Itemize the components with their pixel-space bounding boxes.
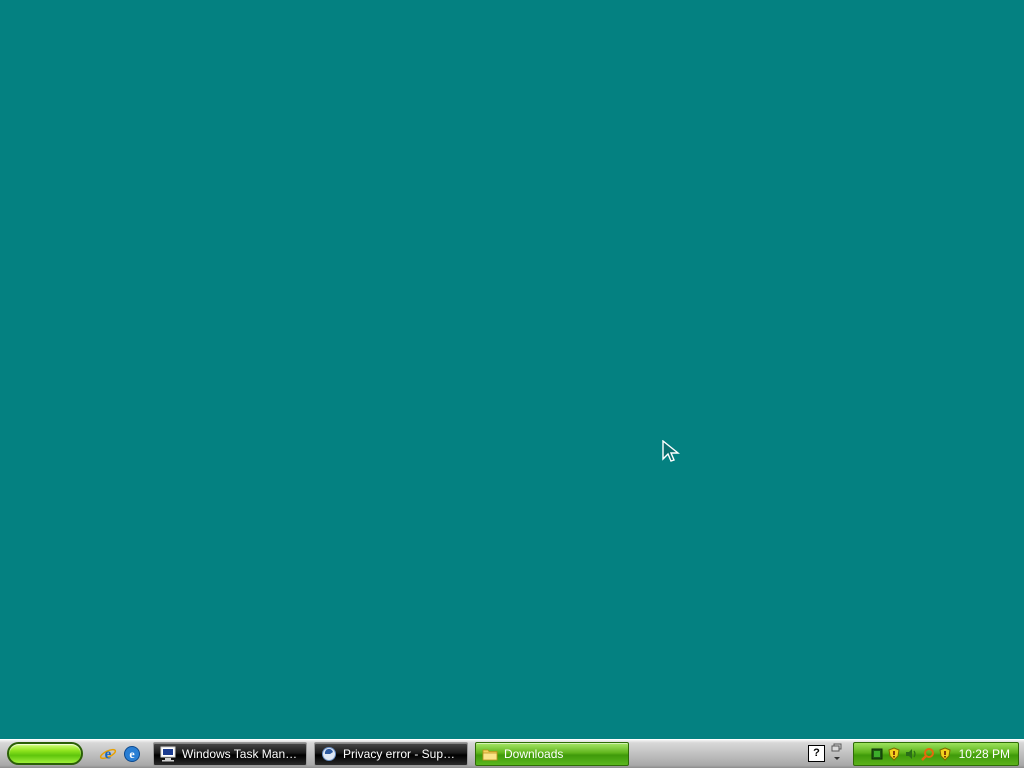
taskbar-button-label: Windows Task Mana... [182,747,300,761]
taskbar: e e Windows Task Mana... Privacy error -… [0,739,1024,768]
start-button[interactable] [7,742,83,765]
taskbar-button-privacy-error[interactable]: Privacy error - Super... [314,742,468,766]
search-icon[interactable] [921,746,935,762]
taskbar-button-label: Downloads [504,747,564,761]
volume-icon[interactable] [904,746,918,762]
show-hidden-icons-icon[interactable] [830,743,844,763]
outlook-express-icon[interactable]: e [122,744,142,764]
taskbar-button-task-manager[interactable]: Windows Task Mana... [153,742,307,766]
internet-explorer-icon[interactable]: e [98,744,118,764]
taskbar-button-label: Privacy error - Super... [343,747,461,761]
quick-launch-toolbar: e e [98,743,142,765]
security-shield-icon[interactable] [887,746,901,762]
folder-icon [482,746,498,762]
system-tray: 10:28 PM [853,742,1019,766]
svg-text:e: e [105,747,112,763]
network-icon[interactable] [870,746,884,762]
desktop[interactable] [0,0,1024,739]
svg-text:e: e [129,747,135,761]
clock[interactable]: 10:28 PM [959,747,1018,761]
help-icon[interactable]: ? [808,745,825,762]
task-manager-icon [160,746,176,762]
taskbar-buttons: Windows Task Mana... Privacy error - Sup… [153,742,629,767]
taskbar-button-downloads[interactable]: Downloads [475,742,629,766]
browser-icon [321,746,337,762]
security-shield-icon[interactable] [938,746,952,762]
mouse-cursor-icon [662,440,680,462]
